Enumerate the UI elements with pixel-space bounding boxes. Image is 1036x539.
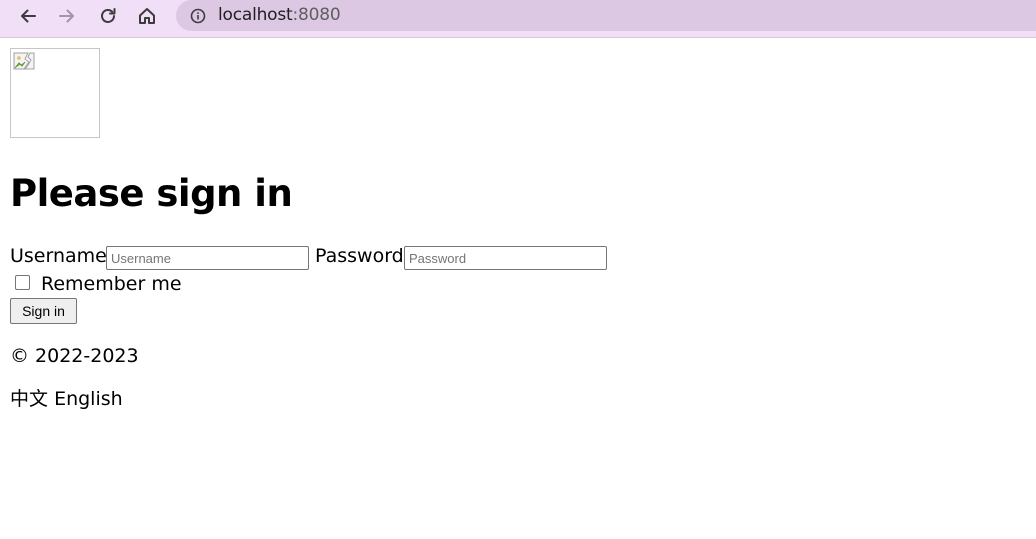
broken-image-icon xyxy=(13,52,35,70)
url-text[interactable]: localhost:8080 xyxy=(218,4,341,26)
info-icon[interactable] xyxy=(190,8,206,24)
language-link-chinese[interactable]: 中文 xyxy=(10,388,48,410)
username-field[interactable] xyxy=(106,246,309,270)
remember-me-checkbox[interactable] xyxy=(15,275,30,290)
browser-toolbar: localhost:8080 xyxy=(0,0,1036,38)
language-link-english[interactable]: English xyxy=(54,388,123,410)
reload-button[interactable] xyxy=(94,2,122,30)
password-field[interactable] xyxy=(404,246,607,270)
logo-image xyxy=(10,48,100,138)
forward-button[interactable] xyxy=(53,2,81,30)
home-button[interactable] xyxy=(133,2,161,30)
arrow-right-icon xyxy=(59,9,74,23)
url-host: localhost xyxy=(218,5,293,25)
password-label: Password xyxy=(315,245,404,267)
page-title: Please sign in xyxy=(10,172,293,215)
arrow-left-icon xyxy=(21,9,36,23)
reload-icon xyxy=(101,8,116,23)
back-button[interactable] xyxy=(14,2,42,30)
language-switcher: 中文 English xyxy=(10,387,123,411)
home-icon xyxy=(139,8,155,24)
address-bar[interactable]: localhost:8080 xyxy=(176,0,1036,31)
username-label: Username xyxy=(10,245,107,267)
copyright-text: © 2022-2023 xyxy=(10,345,139,367)
sign-in-button[interactable]: Sign in xyxy=(10,298,77,324)
url-port: :8080 xyxy=(292,5,341,25)
remember-me-label: Remember me xyxy=(41,273,182,295)
